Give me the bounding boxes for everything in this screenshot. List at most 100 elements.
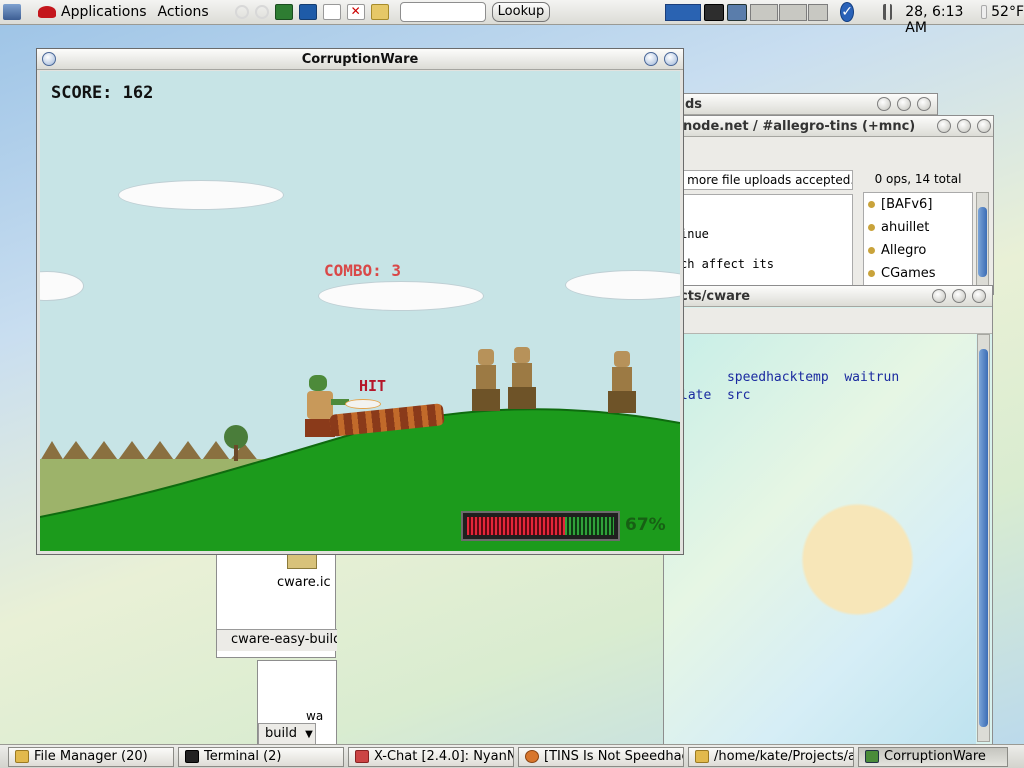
terminal-window[interactable]: cts/cware speedhacktemp waitrun late src [663,285,993,745]
list-item[interactable]: CGames [868,266,936,281]
xchat-window[interactable]: node.net / #allegro-tins (+mnc) o more f… [664,115,994,295]
progress-percent: 67% [625,515,666,535]
user-list[interactable]: [BAFv6] ahuillet Allegro CGames [863,192,973,292]
workspace-3[interactable] [779,3,808,21]
presentation-icon[interactable] [298,4,317,20]
list-item[interactable]: [BAFv6] [868,197,932,212]
lookup-button[interactable]: Lookup [491,2,551,22]
xchat-icon [355,750,369,763]
clock[interactable]: Mon Feb 28, 6:13 AM [905,0,972,36]
file-label[interactable]: cware.ic [277,575,331,590]
user-status-icon [868,201,875,208]
user-name: Allegro [881,243,927,258]
workspace-4[interactable] [808,3,829,21]
build-item-label[interactable]: wa [306,709,323,723]
task-browser[interactable]: [TINS Is Not Speedhack [518,746,684,767]
zombie-enemy [606,351,638,413]
dictionary-search-input[interactable] [399,2,486,22]
minimize-icon[interactable] [877,97,891,111]
scroll-thumb[interactable] [979,349,988,727]
landscape [40,408,680,551]
corruptionware-window[interactable]: CorruptionWare SCORE: 162 COMBO: 3 HIT 6… [36,48,684,555]
task-terminal[interactable]: Terminal (2) [178,746,344,767]
maximize-icon[interactable] [897,97,911,111]
tree-trunk [234,445,238,461]
minimize-icon[interactable] [937,119,951,133]
task-file-browser[interactable]: /home/kate/Projects/all [688,746,854,767]
zombie-enemy [470,349,502,411]
close-icon[interactable] [664,52,678,66]
document-icon[interactable] [322,4,341,20]
taskbar: File Manager (20) Terminal (2) X-Chat [2… [0,744,1024,768]
terminal-output[interactable]: speedhacktemp waitrun late src [664,334,976,744]
zombie-head [514,347,530,363]
zombie-legs [472,389,500,411]
mail-icon[interactable] [370,4,389,20]
window-list-icon[interactable] [727,3,748,21]
terminal-line: speedhacktemp waitrun [680,370,900,385]
xchat-notice: o more file uploads accepted. [669,170,853,190]
build-combo[interactable]: build ▼ [258,723,316,745]
close-icon[interactable] [977,119,991,133]
build-window[interactable]: wa build ▼ [257,660,337,746]
delete-icon[interactable]: ✕ [346,4,365,20]
update-checkmark-icon[interactable]: ✓ [840,2,854,22]
list-item[interactable]: ahuillet [868,220,929,235]
volume-icon[interactable] [882,4,893,20]
task-label: [TINS Is Not Speedhack [544,749,684,764]
weather-icon[interactable] [980,5,988,19]
folder-icon [695,750,709,763]
chat-area[interactable]: inue ch affect its [669,194,853,294]
user-status-icon [868,247,875,254]
task-file-manager[interactable]: File Manager (20) [8,746,174,767]
show-desktop-icon[interactable] [704,3,725,21]
progress-bar [461,511,620,541]
browser-icon [525,750,539,763]
goblin-body [307,391,333,419]
user-status-icon [868,270,875,277]
game-titlebar[interactable]: CorruptionWare [37,49,683,70]
workspace-switcher[interactable] [664,0,829,25]
applications-menu[interactable]: Applications [61,4,147,20]
close-icon[interactable] [972,289,986,303]
spreadsheet-icon[interactable] [274,4,293,20]
workspace-1[interactable] [665,3,702,21]
redhat-icon[interactable] [38,6,56,18]
main-menu[interactable]: Applications Actions [0,0,218,25]
launchers: ✕ [232,0,392,25]
task-label: CorruptionWare [884,749,986,764]
file-manager-window[interactable]: cware.ic cware-easy-build [216,548,337,658]
scroll-thumb[interactable] [978,207,987,277]
top-panel: Applications Actions ✕ Lookup ✓ Mon Feb … [0,0,1024,36]
workspace-2[interactable] [750,3,779,21]
task-corruptionware[interactable]: CorruptionWare [858,746,1008,767]
minimize-icon[interactable] [644,52,658,66]
game-canvas[interactable]: SCORE: 162 COMBO: 3 HIT 67% [40,71,680,551]
computer-icon[interactable] [3,4,21,20]
game-icon [865,750,879,763]
zombie-enemy [506,347,538,409]
terminal-scrollbar[interactable] [977,334,990,742]
task-xchat[interactable]: X-Chat [2.4.0]: NyanNy [348,746,514,767]
build-label: build [265,726,297,741]
gear-icon-2[interactable] [254,5,269,19]
list-item[interactable]: Allegro [868,243,926,258]
goblin-head [309,375,327,391]
zombie-body [512,363,532,387]
user-status-icon [868,224,875,231]
gear-icon[interactable] [234,5,249,19]
zombie-head [614,351,630,367]
maximize-icon[interactable] [952,289,966,303]
path-label: cware-easy-build [217,629,337,651]
maximize-icon[interactable] [957,119,971,133]
user-list-scrollbar[interactable] [976,192,989,292]
temperature[interactable]: 52°F [991,4,1024,20]
zombie-legs [608,391,636,413]
window-menu-icon[interactable] [42,52,56,66]
minimize-icon[interactable] [932,289,946,303]
zombie-body [476,365,496,389]
task-label: X-Chat [2.4.0]: NyanNy [374,749,514,764]
chat-line: ch affect its [680,257,774,271]
actions-menu[interactable]: Actions [158,4,209,20]
close-icon[interactable] [917,97,931,111]
